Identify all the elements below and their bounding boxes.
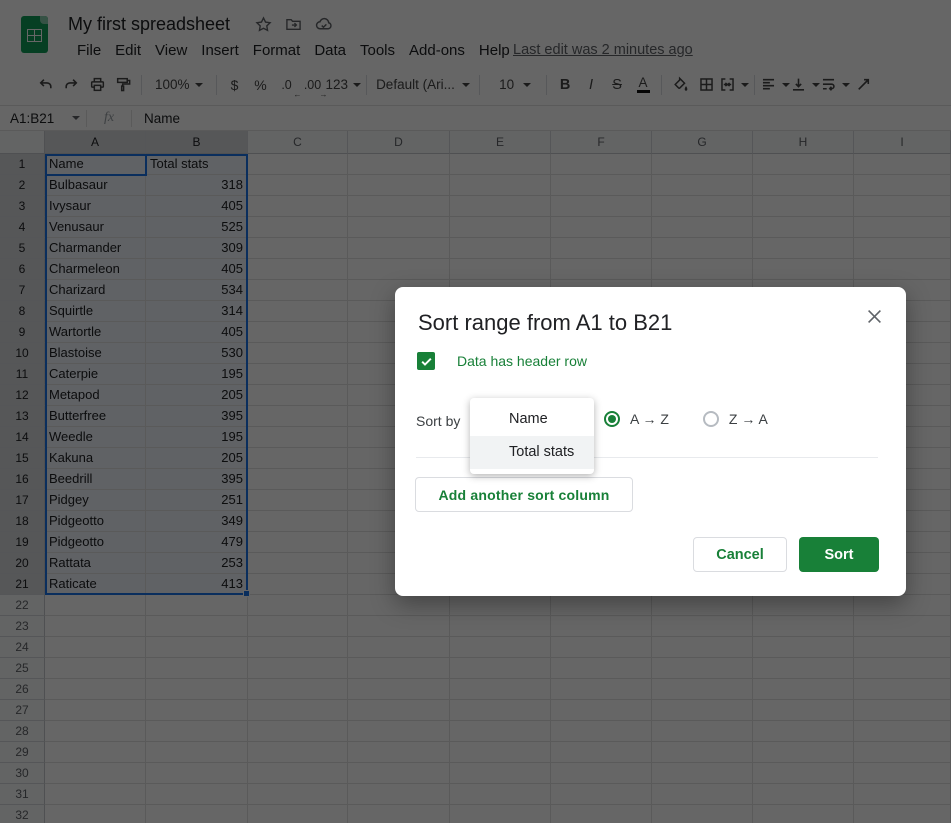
cancel-button[interactable]: Cancel — [693, 537, 787, 572]
add-sort-column-button[interactable]: Add another sort column — [415, 477, 633, 512]
close-icon[interactable] — [864, 306, 884, 326]
ascending-label[interactable]: A → Z — [630, 411, 669, 427]
dropdown-option-total-stats[interactable]: Total stats — [470, 436, 594, 469]
sort-direction-radios: A → Z Z → A — [604, 411, 768, 427]
header-row-checkbox-row[interactable]: Data has header row — [417, 352, 587, 370]
sort-button[interactable]: Sort — [799, 537, 879, 572]
sort-column-dropdown: NameTotal stats — [470, 398, 594, 474]
checkbox-checked-icon[interactable] — [417, 352, 435, 370]
sort-by-label: Sort by — [416, 413, 460, 429]
radio-descending[interactable] — [703, 411, 719, 427]
sheets-app: My first spreadsheet FileEditViewInsertF… — [0, 0, 951, 823]
dialog-title: Sort range from A1 to B21 — [418, 310, 672, 336]
dropdown-option-name[interactable]: Name — [470, 403, 594, 436]
radio-ascending-selected[interactable] — [604, 411, 620, 427]
header-row-checkbox-label[interactable]: Data has header row — [457, 353, 587, 369]
descending-label[interactable]: Z → A — [729, 411, 768, 427]
